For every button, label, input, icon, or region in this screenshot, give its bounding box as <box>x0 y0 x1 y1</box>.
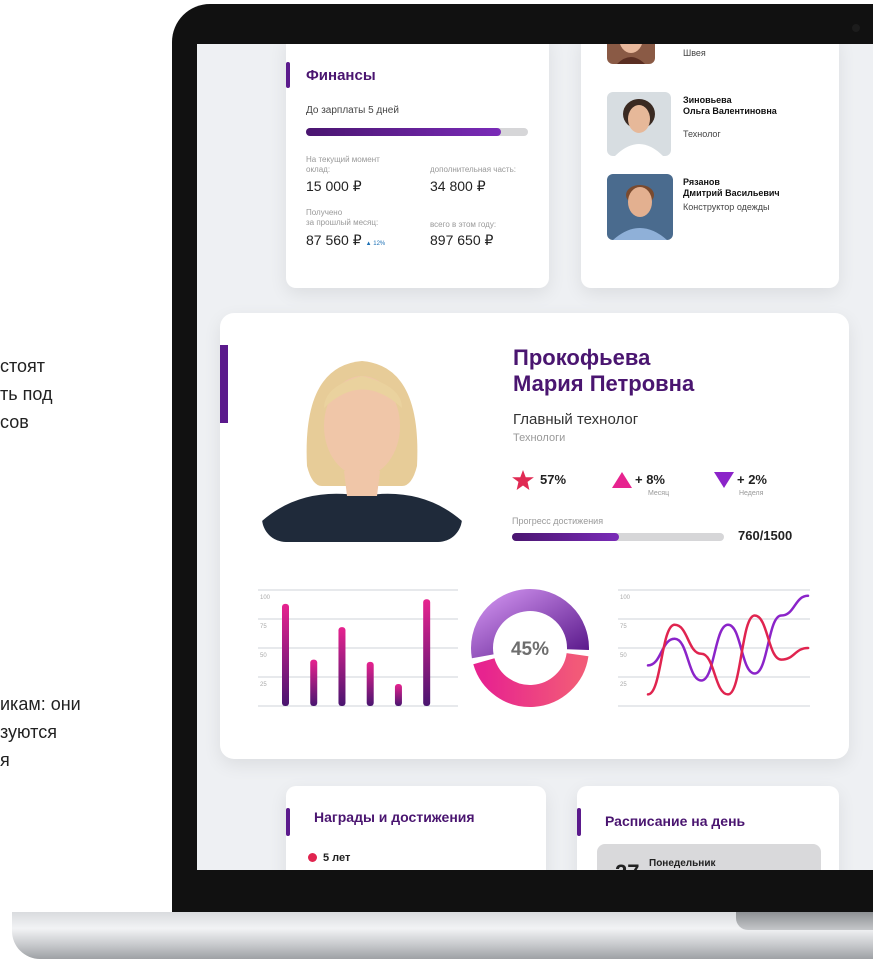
payday-progress-fill <box>306 128 502 136</box>
donut-chart: 45% <box>471 589 589 707</box>
payday-text: До зарплаты 5 дней <box>306 105 399 116</box>
profile-given-names: Мария Петровна <box>513 371 695 396</box>
bar <box>338 627 346 706</box>
team-card: Швея Зиновьева Ольга Валентиновна Технол… <box>581 44 839 288</box>
profile-position: Главный технолог <box>513 411 639 428</box>
stat-week-label: Неделя <box>739 490 764 497</box>
member-role: Конструктор одежды <box>683 202 770 212</box>
awards-title: Награды и достижения <box>314 809 475 825</box>
member-role: Технолог <box>683 129 721 139</box>
portrait-icon <box>607 44 655 64</box>
finance-card: Финансы До зарплаты 5 дней На текущий мо… <box>286 44 549 288</box>
y-tick-label: 25 <box>620 682 627 688</box>
y-tick-label: 25 <box>260 682 267 688</box>
bar <box>423 599 431 706</box>
triangle-up-icon <box>612 472 632 488</box>
member-surname: Рязанов <box>683 177 720 187</box>
last-month-value: 87 560 ₽ ▲ 12% <box>306 232 385 249</box>
profile-surname: Прокофьева <box>513 345 651 370</box>
achievement-progress-fill <box>512 533 620 541</box>
portrait-icon <box>607 174 673 240</box>
award-item[interactable]: 5 лет <box>308 852 350 864</box>
finance-accent <box>286 62 290 88</box>
year-label: всего в этом году: <box>430 220 497 229</box>
avatar[interactable] <box>607 174 673 240</box>
stat-month: + 8% <box>635 472 665 487</box>
progress-value: 760/1500 <box>738 528 793 543</box>
day-name: Понедельник <box>649 858 716 869</box>
member-given-names: Дмитрий Васильевич <box>683 188 780 198</box>
y-tick-label: 75 <box>260 624 267 630</box>
line-series-1 <box>646 614 810 696</box>
bar <box>366 661 374 706</box>
progress-label: Прогресс достижения <box>512 516 604 526</box>
member-name: Рязанов Дмитрий Васильевич <box>683 177 780 199</box>
bar <box>310 659 318 706</box>
member-name: Зиновьева Ольга Валентиновна <box>683 95 777 117</box>
member-given-names: Ольга Валентиновна <box>683 106 777 116</box>
current-label: На текущий момент оклад: <box>306 155 380 174</box>
year-value: 897 650 ₽ <box>430 232 494 248</box>
stat-week: + 2% <box>737 472 767 487</box>
laptop-notch <box>736 912 873 930</box>
line-series-0 <box>646 594 810 682</box>
screen: Финансы До зарплаты 5 дней На текущий мо… <box>197 44 873 870</box>
awards-card: Награды и достижения 5 лет <box>286 786 546 870</box>
star-icon <box>512 470 534 490</box>
achievement-progress <box>512 533 724 541</box>
y-tick-label: 100 <box>260 595 271 601</box>
member-role: Швея <box>683 48 706 58</box>
portrait-icon <box>262 346 462 542</box>
bullet-icon <box>308 853 317 862</box>
y-tick-label: 50 <box>260 653 267 659</box>
profile-department: Технологи <box>513 432 566 444</box>
profile-accent <box>220 345 228 423</box>
schedule-title: Расписание на день <box>605 813 746 829</box>
awards-accent <box>286 808 290 836</box>
schedule-day[interactable]: 27 Понедельник <box>597 844 821 870</box>
last-month-amount: 87 560 ₽ <box>306 232 362 248</box>
donut-label: 45% <box>511 639 549 660</box>
y-tick-label: 100 <box>620 595 631 601</box>
member-surname: Зиновьева <box>683 95 732 105</box>
extra-value: 34 800 ₽ <box>430 178 486 194</box>
award-label: 5 лет <box>323 852 351 864</box>
trend-badge: ▲ 12% <box>365 241 386 247</box>
profile-card: Прокофьева Мария Петровна Главный технол… <box>220 313 849 759</box>
camera-icon <box>852 24 860 32</box>
extra-label: дополнительная часть: <box>430 165 516 174</box>
schedule-accent <box>577 808 581 836</box>
portrait-icon <box>607 92 671 156</box>
profile-photo[interactable] <box>262 346 462 542</box>
side-caption-1: стоят ть под сов <box>0 356 53 432</box>
payday-progress <box>306 128 528 136</box>
avatar[interactable] <box>607 92 671 156</box>
line-chart: 100 75 50 25 <box>618 589 810 707</box>
side-caption-2: икам: они зуются я <box>0 694 81 770</box>
current-value: 15 000 ₽ <box>306 178 362 194</box>
avatar[interactable] <box>607 44 655 64</box>
bar <box>282 603 289 706</box>
last-month-label: Получено за прошлый месяц: <box>306 208 379 227</box>
donut-slice-value <box>473 652 589 707</box>
stat-month-label: Месяц <box>648 490 670 497</box>
bar-chart: 100 75 50 25 <box>258 589 458 707</box>
schedule-card: Расписание на день 27 Понедельник <box>577 786 839 870</box>
y-tick-label: 50 <box>620 653 627 659</box>
day-number: 27 <box>615 860 639 870</box>
bar <box>394 683 402 706</box>
finance-title: Финансы <box>306 67 376 84</box>
triangle-down-icon <box>714 472 734 488</box>
y-tick-label: 75 <box>620 624 627 630</box>
stat-overall: 57% <box>540 472 567 487</box>
